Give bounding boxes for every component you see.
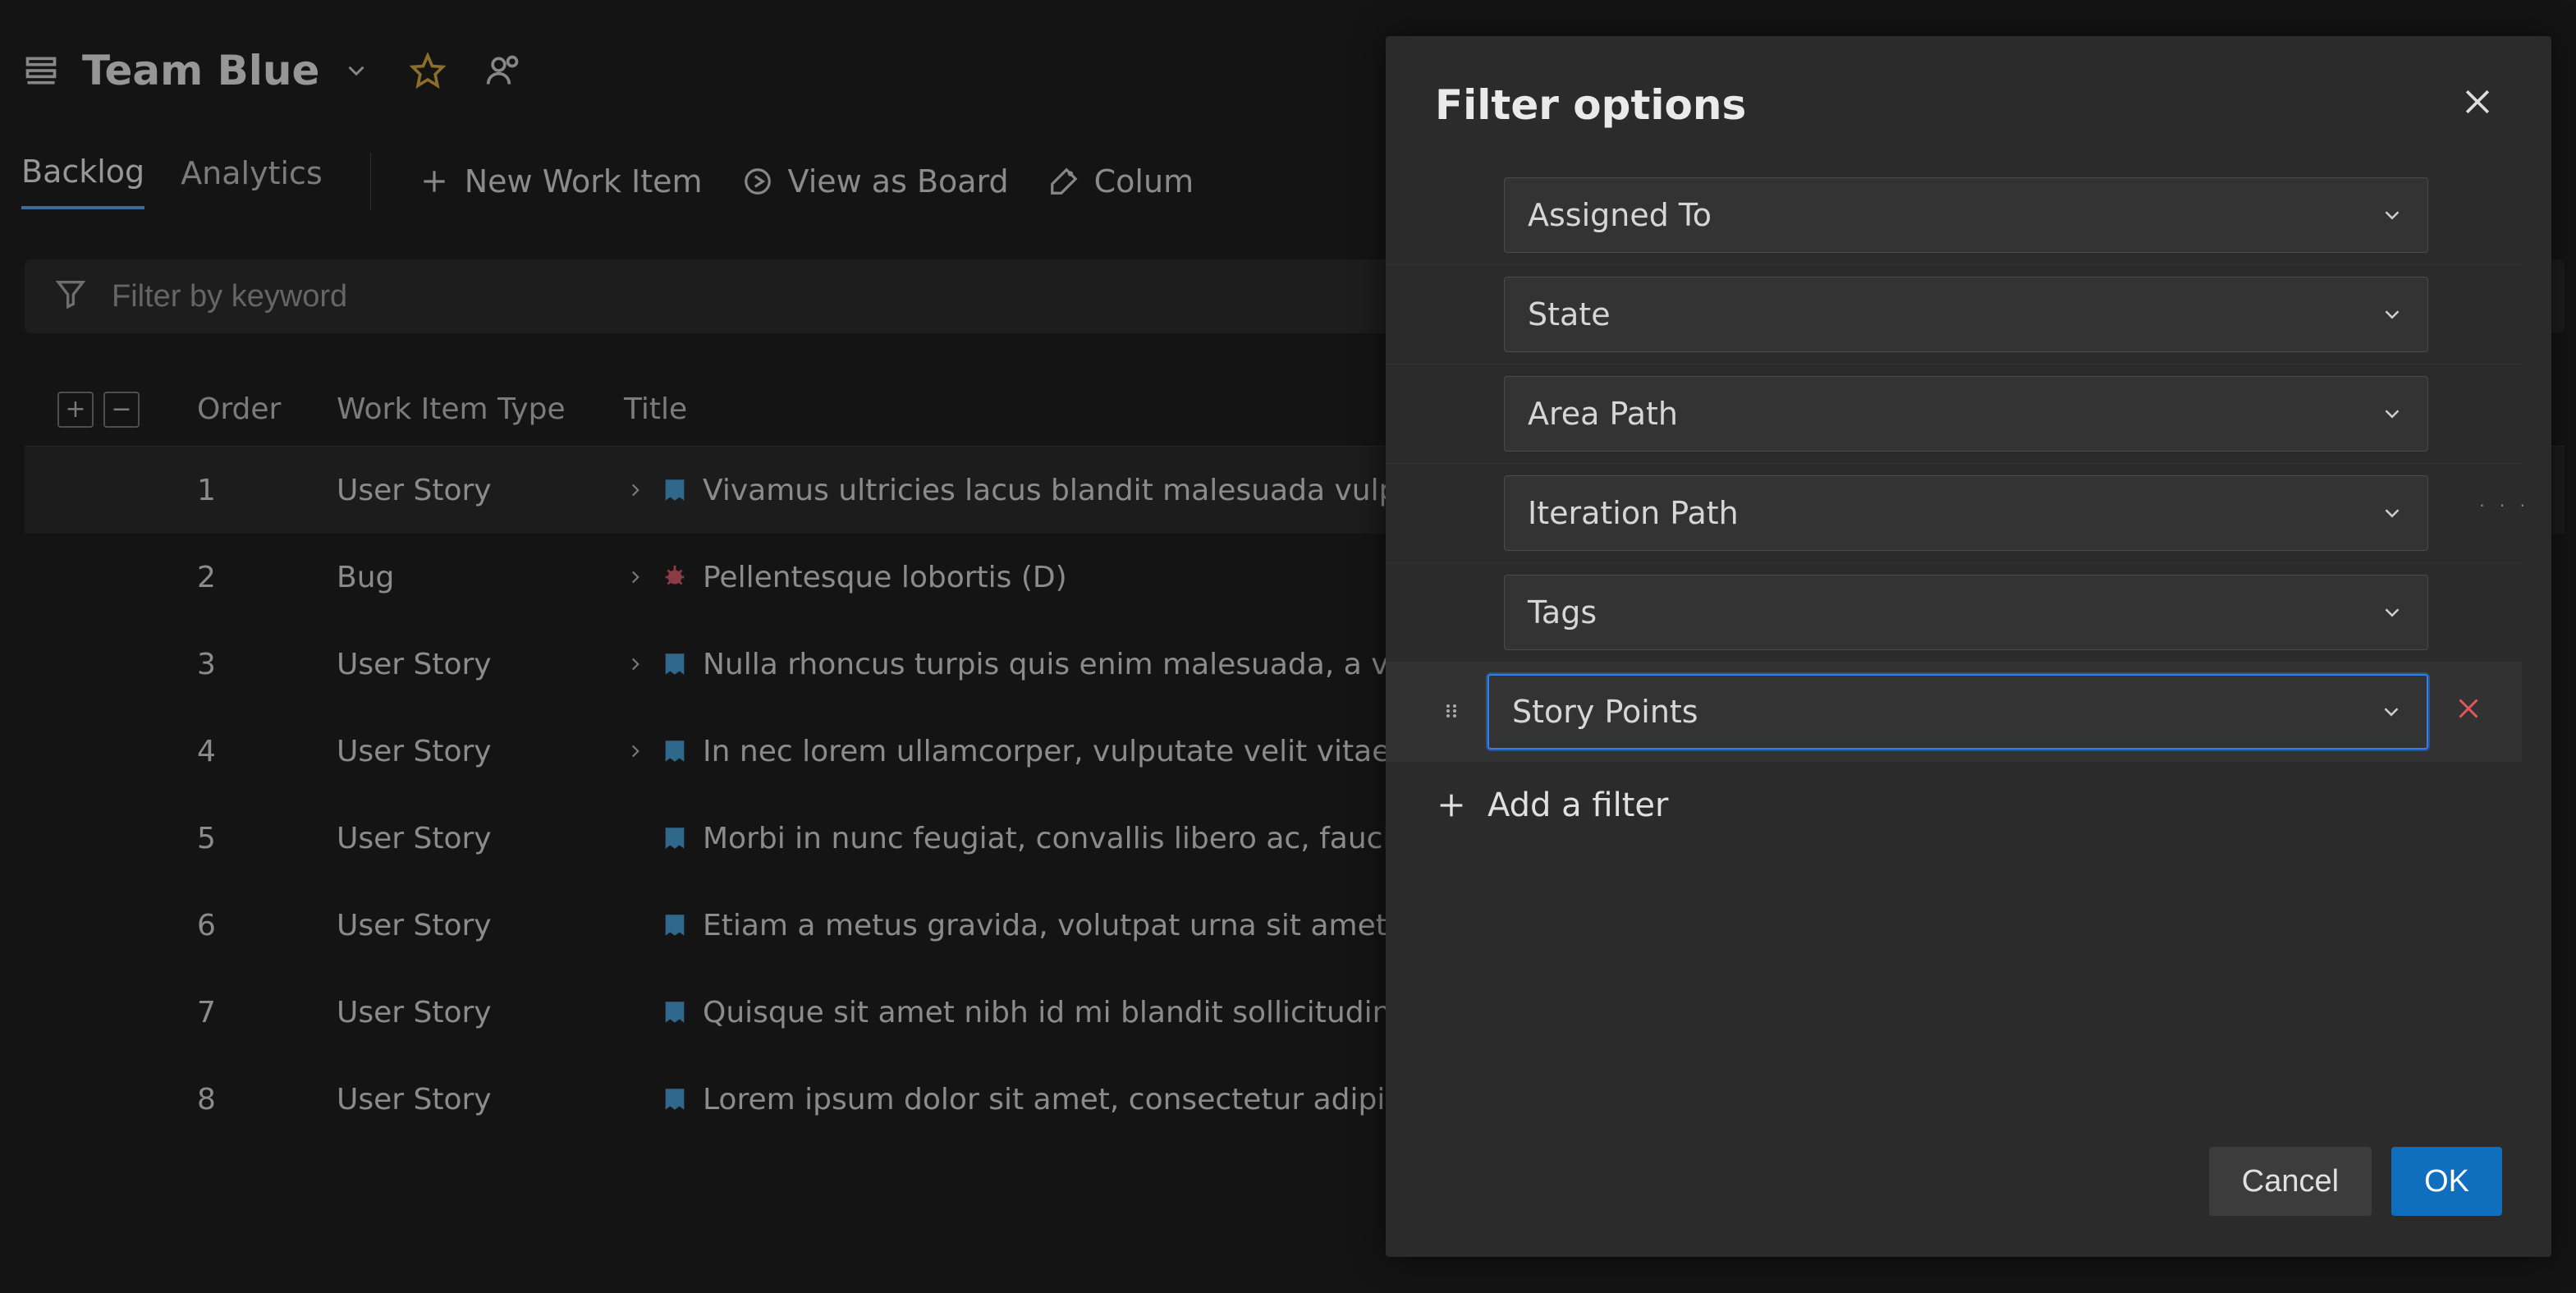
add-filter-label: Add a filter [1487,786,1668,824]
filter-row: Assigned To [1386,166,2522,265]
filter-field-dropdown[interactable]: Area Path [1504,376,2428,452]
panel-body: Assigned To State Area Path Iteration Path T… [1386,158,2551,1122]
filter-field-dropdown[interactable]: Assigned To [1504,177,2428,253]
filter-field-label: State [1528,296,1611,332]
overflow-indicator: · · · [2479,496,2530,516]
remove-filter-button[interactable] [2448,694,2489,730]
ok-button[interactable]: OK [2391,1147,2502,1216]
filter-row: State [1386,265,2522,365]
close-button[interactable] [2453,77,2502,133]
filter-field-label: Area Path [1528,396,1678,432]
filter-field-dropdown[interactable]: Story Points [1487,674,2428,750]
panel-header: Filter options [1386,36,2551,158]
filter-options-panel: Filter options Assigned To State Area Path… [1386,36,2551,1257]
filter-row: Story Points [1386,663,2522,761]
filter-row: Iteration Path [1386,464,2522,563]
filter-field-dropdown[interactable]: Iteration Path [1504,475,2428,551]
filter-field-dropdown[interactable]: Tags [1504,575,2428,650]
filter-field-label: Tags [1528,594,1597,630]
filter-row: Tags [1386,563,2522,663]
filter-field-dropdown[interactable]: State [1504,277,2428,352]
add-filter-button[interactable]: Add a filter [1386,761,2522,849]
filter-field-label: Iteration Path [1528,495,1739,531]
filter-row: Area Path [1386,365,2522,464]
cancel-button[interactable]: Cancel [2209,1147,2372,1216]
panel-footer: Cancel OK [1386,1122,2551,1257]
drag-handle-icon[interactable] [1435,696,1468,727]
filter-field-label: Story Points [1512,694,1698,730]
panel-title: Filter options [1435,81,1746,129]
filter-field-label: Assigned To [1528,197,1712,233]
